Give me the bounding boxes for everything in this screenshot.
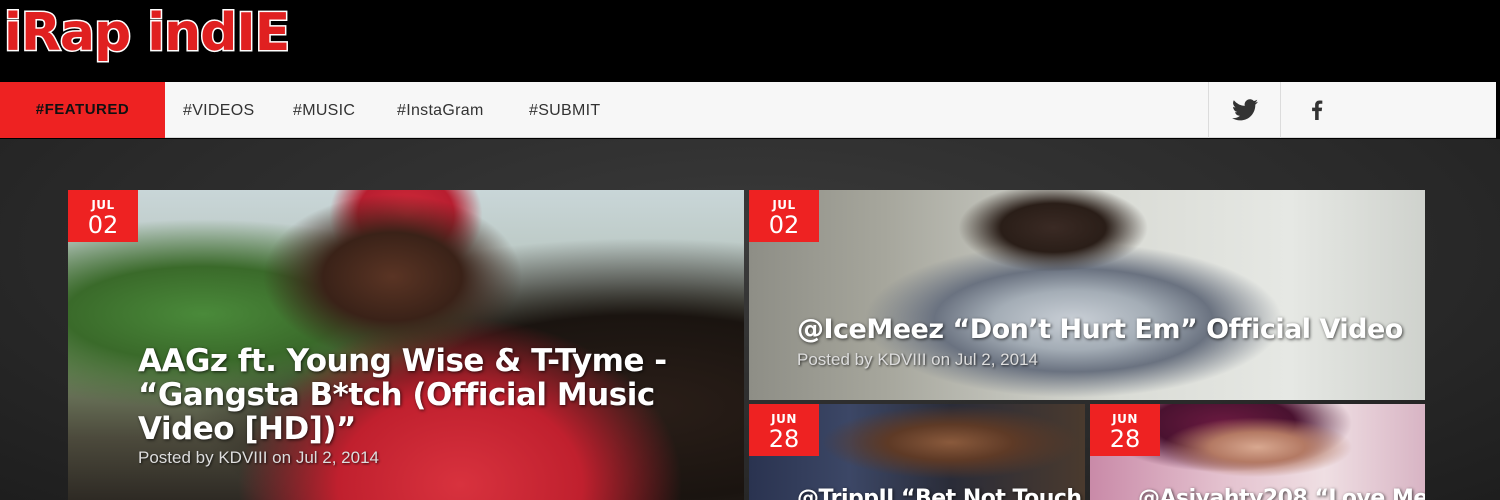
post-date-month: JUN (771, 412, 797, 426)
post-title[interactable]: @IceMeez “Don’t Hurt Em” Official Video (797, 314, 1417, 346)
post-date-month: JUN (1112, 412, 1138, 426)
main-nav: #FEATURED #VIDEOS #MUSIC #InstaGram #SUB… (0, 82, 1496, 138)
post-card[interactable]: JUL 02 @IceMeez “Don’t Hurt Em” Official… (749, 190, 1425, 400)
facebook-button[interactable] (1280, 82, 1352, 138)
post-author[interactable]: KDVIII (877, 350, 926, 369)
post-meta: Posted by KDVIII on Jul 2, 2014 (138, 448, 379, 468)
post-date-badge: JUL 02 (749, 190, 819, 242)
post-card[interactable]: JUN 28 @TrippII “Bet Not Touch (749, 404, 1085, 500)
post-date-day: 28 (1109, 425, 1141, 453)
post-date-day: 02 (768, 211, 800, 239)
post-date-month: JUL (772, 198, 796, 212)
post-date-day: 02 (87, 211, 119, 239)
featured-post-card[interactable]: JUL 02 AAGz ft. Young Wise & T-Tyme - “G… (68, 190, 744, 500)
post-meta-prefix: Posted by (138, 448, 219, 467)
post-meta-on: on (267, 448, 296, 467)
site-logo[interactable]: iRap indIE (0, 0, 380, 65)
nav-item-music[interactable]: #MUSIC (293, 82, 355, 138)
post-date: Jul 2, 2014 (295, 448, 379, 467)
post-date: Jul 2, 2014 (954, 350, 1038, 369)
post-date-badge: JUN 28 (749, 404, 819, 456)
nav-item-videos[interactable]: #VIDEOS (183, 82, 254, 138)
post-author[interactable]: KDVIII (218, 448, 267, 467)
logo-text-irap: iRap (2, 2, 132, 65)
nav-item-instagram[interactable]: #InstaGram (397, 82, 484, 138)
featured-area: JUL 02 AAGz ft. Young Wise & T-Tyme - “G… (0, 139, 1500, 500)
post-date-month: JUL (91, 198, 115, 212)
post-title[interactable]: @Asiyahty208 “Love Me (1138, 486, 1425, 500)
nav-featured[interactable]: #FEATURED (0, 82, 165, 138)
header-bar: iRap indIE (0, 0, 1500, 82)
post-meta: Posted by KDVIII on Jul 2, 2014 (797, 350, 1038, 370)
post-title[interactable]: @TrippII “Bet Not Touch (797, 486, 1085, 500)
post-title[interactable]: AAGz ft. Young Wise & T-Tyme - “Gangsta … (138, 344, 698, 446)
twitter-button[interactable] (1208, 82, 1280, 138)
post-card[interactable]: JUN 28 @Asiyahty208 “Love Me (1090, 404, 1425, 500)
nav-item-submit[interactable]: #SUBMIT (529, 82, 600, 138)
post-meta-prefix: Posted by (797, 350, 878, 369)
facebook-icon (1311, 100, 1322, 120)
logo-text-indie: indIE (146, 2, 292, 65)
post-date-badge: JUN 28 (1090, 404, 1160, 456)
post-date-badge: JUL 02 (68, 190, 138, 242)
post-meta-on: on (926, 350, 955, 369)
twitter-icon (1231, 99, 1258, 121)
post-date-day: 28 (768, 425, 800, 453)
